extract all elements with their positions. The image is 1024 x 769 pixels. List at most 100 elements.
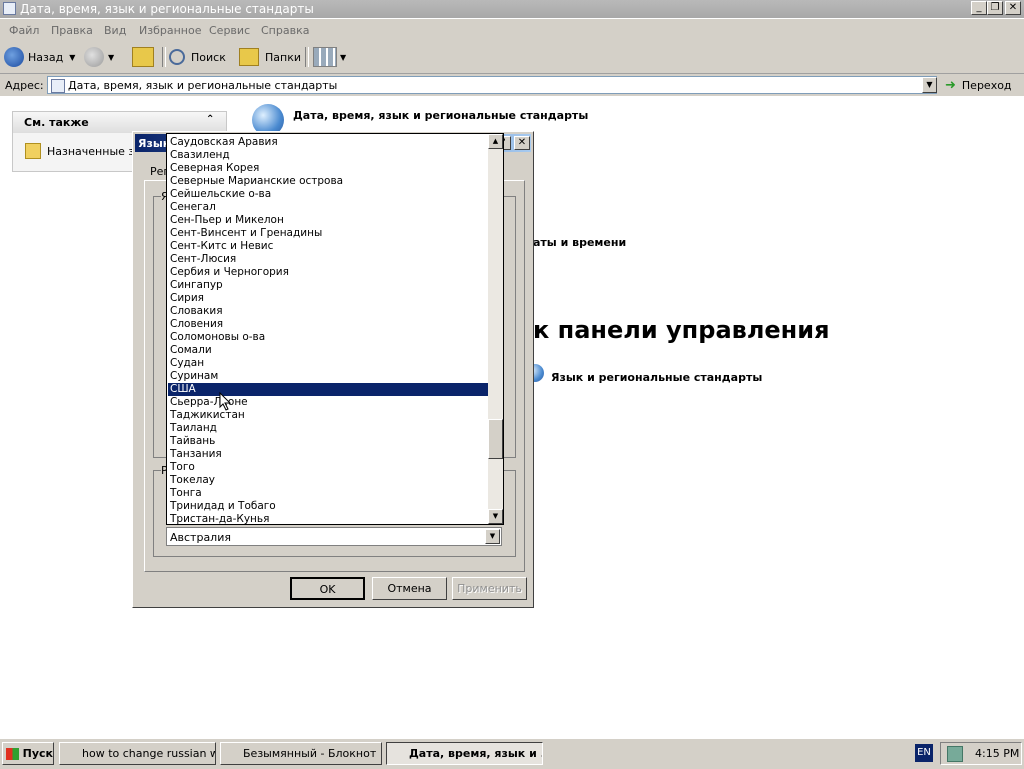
folders-button[interactable]: Папки <box>239 45 301 69</box>
address-input[interactable]: Дата, время, язык и региональные стандар… <box>47 76 937 94</box>
country-item[interactable]: Токелау <box>168 474 488 487</box>
address-label: Адрес: <box>5 79 44 92</box>
minimize-button[interactable]: _ <box>971 1 987 15</box>
country-item[interactable]: Соломоновы о-ва <box>168 331 488 344</box>
country-item[interactable]: Северная Корея <box>168 162 488 175</box>
search-icon <box>169 49 185 65</box>
location-value: Австралия <box>170 531 231 544</box>
up-folder-icon <box>132 47 154 67</box>
country-item[interactable]: Тристан-да-Кунья <box>168 513 488 524</box>
toolbar: Назад ▼ ▼ Поиск Папки ▼ <box>0 41 1024 74</box>
window-titlebar[interactable]: Дата, время, язык и региональные стандар… <box>0 0 1024 18</box>
menu-view[interactable]: Вид <box>104 24 126 37</box>
go-arrow-icon: ➜ <box>945 77 956 93</box>
close-button[interactable]: ✕ <box>1005 1 1021 15</box>
back-label: Назад <box>28 50 64 64</box>
scheduled-tasks-icon <box>25 143 41 159</box>
country-item[interactable]: Сен-Пьер и Микелон <box>168 214 488 227</box>
start-button[interactable]: Пуск <box>2 742 54 765</box>
country-item[interactable]: Таиланд <box>168 422 488 435</box>
views-icon <box>313 47 337 67</box>
menu-tools[interactable]: Сервис <box>209 24 250 37</box>
forward-arrow-icon <box>84 47 104 67</box>
country-item[interactable]: Сербия и Черногория <box>168 266 488 279</box>
folders-icon <box>239 48 259 66</box>
country-item[interactable]: Сенегал <box>168 201 488 214</box>
country-item[interactable]: Сьерра-Леоне <box>168 396 488 409</box>
network-icon[interactable] <box>947 746 963 762</box>
country-item[interactable]: Таджикистан <box>168 409 488 422</box>
start-label: Пуск <box>22 747 53 760</box>
go-label: Переход <box>961 78 1012 92</box>
menu-favorites[interactable]: Избранное <box>139 24 201 37</box>
menu-bar: Файл Правка Вид Избранное Сервис Справка <box>0 19 1024 42</box>
folders-label: Папки <box>265 50 301 64</box>
country-item-selected[interactable]: США <box>168 383 488 396</box>
maximize-button[interactable]: ❐ <box>987 1 1003 15</box>
taskbar-browser[interactable]: how to change russian w... <box>59 742 216 765</box>
search-button[interactable]: Поиск <box>169 45 226 69</box>
collapse-chevron-icon[interactable]: ⌃ <box>206 114 214 125</box>
control-panel-icon <box>3 2 16 15</box>
ok-button[interactable]: OK <box>290 577 365 600</box>
country-item[interactable]: Северные Марианские острова <box>168 175 488 188</box>
windows-flag-icon <box>6 747 19 760</box>
country-item[interactable]: Сент-Люсия <box>168 253 488 266</box>
scheduled-tasks-label: Назначенные за <box>47 144 141 158</box>
country-item[interactable]: Сомали <box>168 344 488 357</box>
country-item[interactable]: Словения <box>168 318 488 331</box>
country-item[interactable]: Сингапур <box>168 279 488 292</box>
list-scrollbar[interactable]: ▲ ▼ <box>488 134 503 524</box>
country-dropdown-list[interactable]: Саудовская Аравия Свазиленд Северная Корея… <box>166 133 504 525</box>
country-item[interactable]: Словакия <box>168 305 488 318</box>
up-button[interactable] <box>132 45 154 69</box>
date-time-task-text[interactable]: аты и времени <box>533 236 626 249</box>
country-item[interactable]: Тайвань <box>168 435 488 448</box>
content-header: Дата, время, язык и региональные стандар… <box>293 109 589 122</box>
menu-file[interactable]: Файл <box>9 24 39 37</box>
taskbar: Пуск how to change russian w... Безымянн… <box>0 738 1024 769</box>
country-item[interactable]: Сирия <box>168 292 488 305</box>
country-item[interactable]: Судан <box>168 357 488 370</box>
country-item[interactable]: Того <box>168 461 488 474</box>
address-value: Дата, время, язык и региональные стандар… <box>68 79 338 92</box>
country-item[interactable]: Саудовская Аравия <box>168 136 488 149</box>
country-item[interactable]: Сент-Винсент и Гренадины <box>168 227 488 240</box>
mouse-cursor-icon <box>219 392 232 411</box>
country-item[interactable]: Суринам <box>168 370 488 383</box>
scroll-down-button[interactable]: ▼ <box>488 509 503 524</box>
dialog-close-button[interactable]: ✕ <box>514 136 530 150</box>
search-label: Поиск <box>191 50 226 64</box>
apply-button[interactable]: Применить <box>452 577 527 600</box>
menu-help[interactable]: Справка <box>261 24 309 37</box>
country-item[interactable]: Сент-Китс и Невис <box>168 240 488 253</box>
back-arrow-icon <box>4 47 24 67</box>
cancel-button[interactable]: Отмена <box>372 577 447 600</box>
views-button[interactable]: ▼ <box>313 45 346 69</box>
combo-dropdown-button[interactable]: ▼ <box>485 529 500 544</box>
scroll-thumb[interactable] <box>488 419 503 459</box>
taskbar-notepad[interactable]: Безымянный - Блокнот <box>220 742 382 765</box>
country-item[interactable]: Свазиленд <box>168 149 488 162</box>
menu-edit[interactable]: Правка <box>51 24 93 37</box>
regional-options-link[interactable]: Язык и региональные стандарты <box>551 371 762 384</box>
country-item[interactable]: Сейшельские о-ва <box>168 188 488 201</box>
control-panel-icon <box>51 79 65 93</box>
scroll-up-button[interactable]: ▲ <box>488 134 503 149</box>
scheduled-tasks-link[interactable]: Назначенные за <box>25 143 141 159</box>
forward-button[interactable]: ▼ <box>84 45 114 69</box>
pick-icon-heading: к панели управления <box>533 316 830 344</box>
address-dropdown-button[interactable]: ▼ <box>922 77 937 93</box>
clock[interactable]: 4:15 PM <box>975 747 1019 760</box>
system-tray: 4:15 PM <box>940 742 1022 765</box>
country-item[interactable]: Тонга <box>168 487 488 500</box>
address-bar: Адрес: Дата, время, язык и региональные … <box>0 74 1024 96</box>
language-indicator[interactable]: EN <box>915 744 933 762</box>
country-item[interactable]: Танзания <box>168 448 488 461</box>
back-button[interactable]: Назад ▼ <box>4 45 75 69</box>
taskbar-control-panel[interactable]: Дата, время, язык и ... <box>386 742 543 765</box>
go-button[interactable]: ➜ Переход <box>945 76 1012 94</box>
location-combobox[interactable]: Австралия ▼ <box>166 527 502 546</box>
see-also-header[interactable]: См. также ⌃ <box>13 112 226 133</box>
country-item[interactable]: Тринидад и Тобаго <box>168 500 488 513</box>
